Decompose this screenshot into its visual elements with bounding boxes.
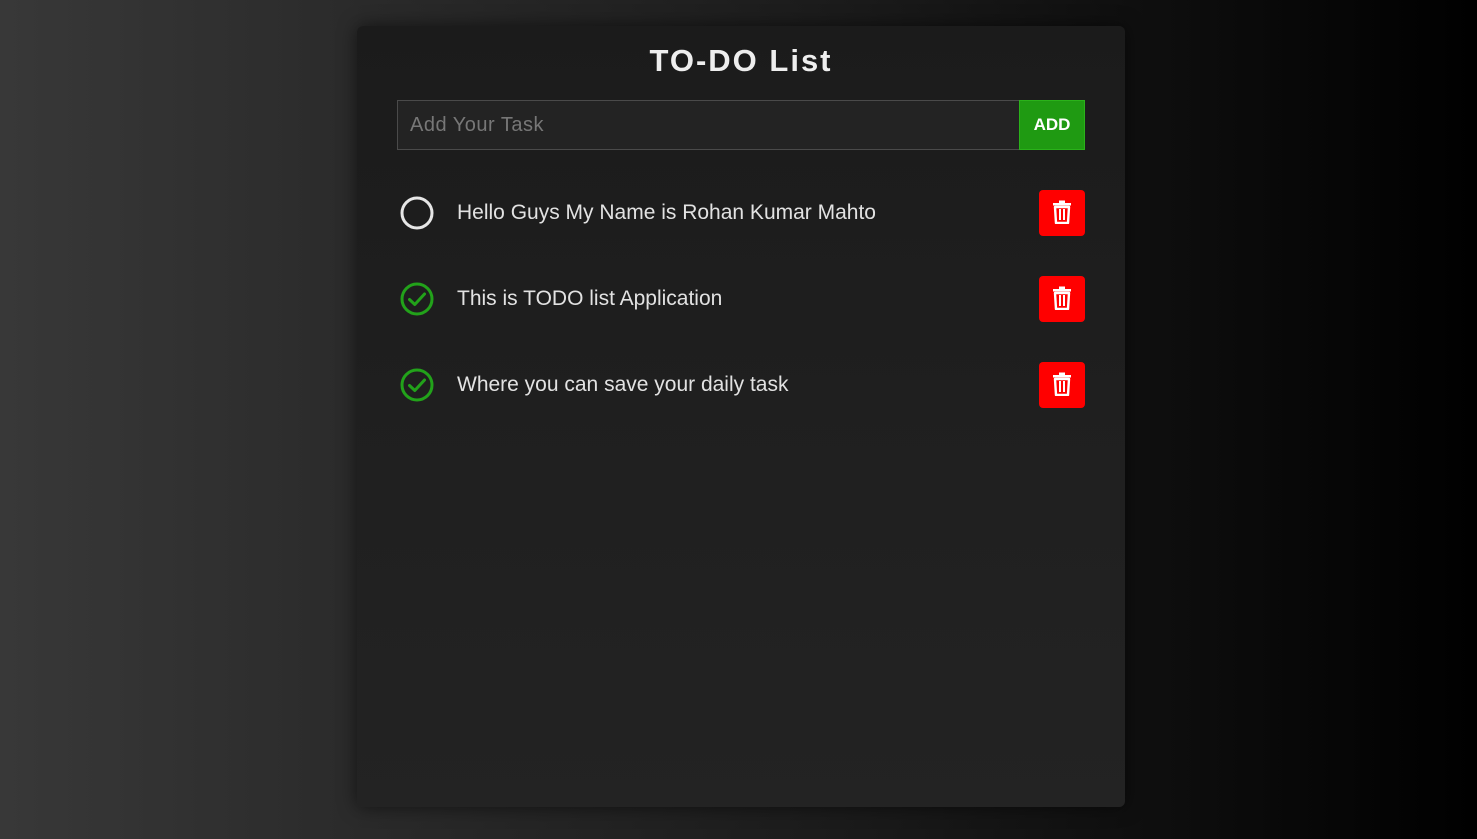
task-text[interactable]: Where you can save your daily task [457,373,1039,397]
trash-icon [1051,286,1073,313]
delete-button[interactable] [1039,276,1085,322]
list-item: Where you can save your daily task [397,362,1085,408]
delete-button[interactable] [1039,362,1085,408]
check-circle-icon[interactable] [397,365,437,405]
page-title: TO-DO List [649,43,833,78]
task-list: Hello Guys My Name is Rohan Kumar Mahto [397,190,1085,448]
todo-card: TO-DO List ADD Hello Guys My Name is Roh… [357,26,1125,807]
list-item: This is TODO list Application [397,276,1085,322]
check-circle-icon[interactable] [397,279,437,319]
trash-icon [1051,372,1073,399]
task-input[interactable] [397,100,1019,150]
delete-button[interactable] [1039,190,1085,236]
circle-icon[interactable] [397,193,437,233]
task-text[interactable]: This is TODO list Application [457,287,1039,311]
add-button[interactable]: ADD [1019,100,1085,150]
add-task-form: ADD [397,100,1085,150]
task-text[interactable]: Hello Guys My Name is Rohan Kumar Mahto [457,201,1039,225]
trash-icon [1051,200,1073,227]
list-item: Hello Guys My Name is Rohan Kumar Mahto [397,190,1085,236]
